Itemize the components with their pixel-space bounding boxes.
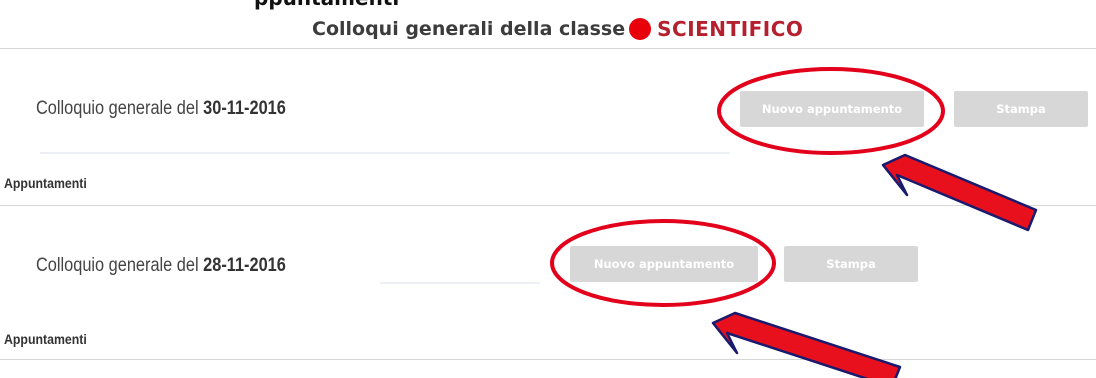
page-heading: Colloqui generali della classe SCIENTIFI… — [312, 14, 803, 44]
colloquio-title: Colloquio generale del 30-11-2016 — [36, 98, 286, 120]
new-appointment-button[interactable]: Nuovo appuntamento — [740, 91, 924, 127]
print-button[interactable]: Stampa — [784, 246, 918, 282]
redaction-mark — [629, 18, 652, 40]
redacted-line — [380, 282, 540, 284]
colloquio-date: 30-11-2016 — [203, 98, 286, 119]
redacted-line — [40, 152, 730, 154]
appointments-label: Appuntamenti — [4, 175, 87, 191]
arrow-icon — [711, 311, 902, 378]
print-button[interactable]: Stampa — [954, 91, 1088, 127]
appointments-label: Appuntamenti — [4, 331, 87, 347]
arrow-icon — [881, 153, 1038, 232]
colloquio-title-prefix: Colloquio generale del — [36, 98, 199, 119]
class-name: SCIENTIFICO — [657, 17, 804, 41]
annotation-overlay — [550, 67, 1038, 378]
new-appointment-button[interactable]: Nuovo appuntamento — [570, 246, 758, 282]
header-divider — [0, 48, 1096, 49]
colloquio-date: 28-11-2016 — [203, 255, 286, 276]
colloquio-title: Colloquio generale del 28-11-2016 — [36, 255, 286, 277]
heading-text: Colloqui generali della classe — [312, 18, 626, 40]
section-divider — [0, 205, 1096, 206]
section-divider — [0, 359, 1096, 360]
page-title-clipped: ppuntamenti — [254, 0, 399, 10]
colloquio-title-prefix: Colloquio generale del — [36, 255, 199, 276]
